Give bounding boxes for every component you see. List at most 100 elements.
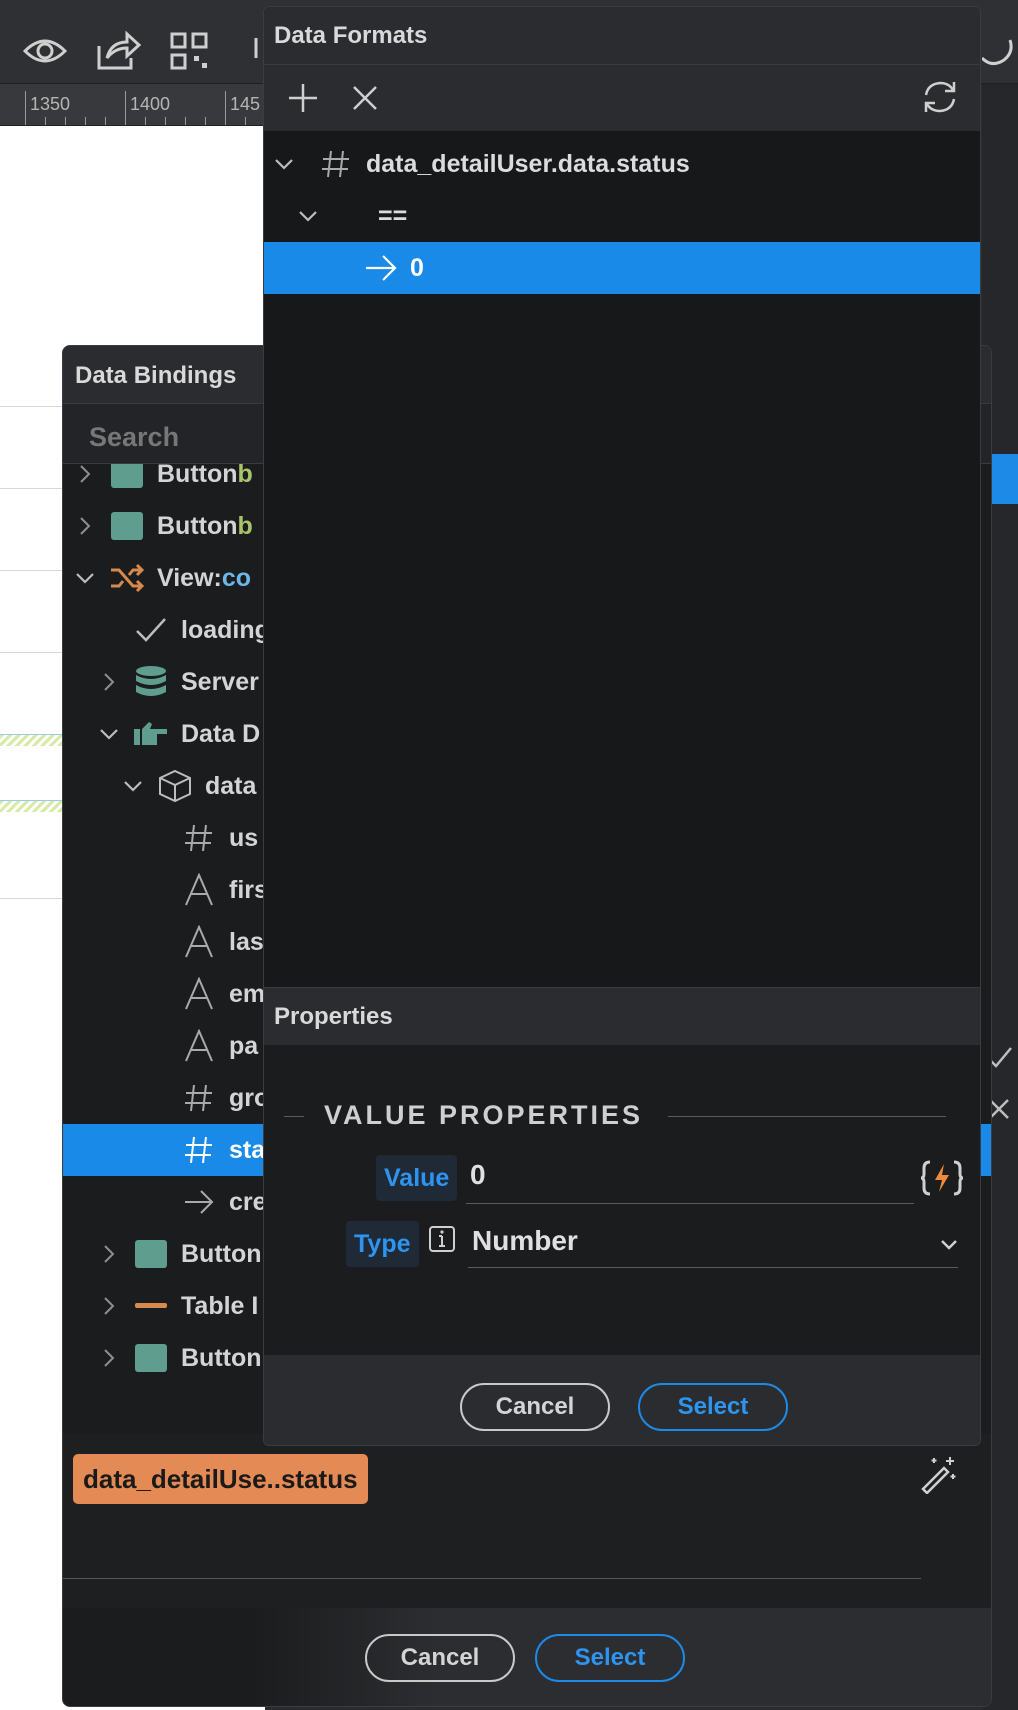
tree-item-label: pa [229,1031,259,1060]
chevron-down-icon[interactable] [71,564,99,592]
square-icon [109,508,145,544]
chevron-right-icon[interactable] [71,512,99,540]
format-tree-root[interactable]: data_detailUser.data.status [264,138,980,190]
cancel-button[interactable]: Cancel [460,1383,610,1431]
partial-icon [250,28,264,74]
tree-item-label: loading [181,615,270,644]
tree-item-field[interactable]: us [181,812,258,864]
tree-item-view[interactable]: View: co [71,552,251,604]
refresh-icon[interactable] [982,28,1018,74]
tree-item-server[interactable]: Server [95,656,259,708]
tree-item-label: cre [229,1187,267,1216]
hand-pointer-icon [133,716,169,752]
tree-item-label: Button [181,1239,262,1268]
section-title: VALUE PROPERTIES [324,1100,644,1130]
chevron-right-icon[interactable] [71,464,99,488]
horizontal-ruler: 1350 1400 145 [0,84,270,126]
tree-item-button[interactable]: Button b [71,500,253,552]
square-icon [133,1236,169,1272]
tree-item-label: sta [229,1135,266,1164]
hash-icon [181,820,217,856]
text-a-icon [181,1028,217,1064]
arrow-right-icon [366,255,397,281]
chevron-down-icon[interactable] [270,150,298,178]
dynamic-value-icon[interactable] [920,1159,964,1197]
tree-item-field[interactable]: las [181,916,264,968]
info-icon[interactable] [428,1225,456,1253]
select-button[interactable]: Select [535,1634,685,1682]
arrow-right-icon [181,1184,217,1220]
close-icon[interactable] [350,83,380,113]
format-tree-operator[interactable]: == [264,190,980,242]
tree-item-data[interactable]: data [119,760,256,812]
tree-item-button[interactable]: Button b [71,464,253,500]
value-input[interactable]: 0 [470,1159,486,1191]
hash-icon [322,150,349,178]
tree-item-label: Button [157,464,238,488]
format-tree-label: 0 [410,253,424,282]
text-a-icon [181,872,217,908]
format-tree-label: data_detailUser.data.status [366,149,690,178]
tree-item-label: Data D [181,719,261,748]
type-select[interactable]: Number [472,1225,578,1257]
chevron-down-icon[interactable] [294,202,322,230]
tree-item-data-detail[interactable]: Data D [95,708,260,760]
format-tree-value-selected[interactable]: 0 [264,242,980,294]
hash-icon [181,1080,217,1116]
tree-item-label: em [229,979,266,1008]
chevron-down-icon[interactable] [938,1233,960,1255]
cube-icon [157,768,193,804]
binding-chip[interactable]: data_detailUse..status [73,1454,368,1504]
chevron-right-icon[interactable] [95,1292,123,1320]
ruler-label: 145 [230,94,261,114]
select-button[interactable]: Select [638,1383,788,1431]
chevron-right-icon[interactable] [95,1240,123,1268]
magic-wand-icon[interactable] [918,1454,958,1494]
refresh-icon[interactable] [920,77,960,117]
tree-item-label: View: [157,563,222,592]
tree-item-label: las [229,927,264,956]
database-icon [133,664,169,700]
cancel-button[interactable]: Cancel [365,1634,515,1682]
check-icon [133,612,169,648]
tree-item-button[interactable]: Button [95,1228,262,1280]
tree-item-field[interactable]: cre [181,1176,267,1228]
dialog-title: Data Formats [264,7,980,65]
chevron-down-icon[interactable] [95,720,123,748]
chevron-right-icon[interactable] [95,668,123,696]
hash-icon [181,1132,217,1168]
tree-item-table[interactable]: Table I [95,1280,258,1332]
ruler-label: 1350 [30,94,71,114]
tree-item-field[interactable]: pa [181,1020,258,1072]
tree-item-label: us [229,823,259,852]
text-a-icon [181,976,217,1012]
tree-item-label: Table I [181,1291,259,1320]
tree-item-loading[interactable]: loading [133,604,270,656]
tree-item-field[interactable]: em [181,968,265,1020]
text-a-icon [181,924,217,960]
format-tree-label: == [378,201,408,230]
type-label: Type [346,1221,419,1267]
tree-item-label: Button [157,511,238,540]
dialog-footer: Cancel Select [264,1355,980,1445]
square-icon [109,464,145,492]
tree-item-field[interactable]: gro [181,1072,269,1124]
formats-toolbar [264,65,980,131]
ruler-label: 1400 [130,94,171,114]
chevron-right-icon[interactable] [95,1344,123,1372]
shuffle-icon [109,560,145,596]
tree-item-label: data [205,771,257,800]
tree-item-button[interactable]: Button [95,1332,262,1384]
share-icon[interactable] [93,28,143,74]
tree-item-label: Server [181,667,259,696]
qr-code-icon[interactable] [166,28,216,74]
eye-icon[interactable] [20,28,70,74]
tree-item-label: Button [181,1343,262,1372]
square-icon [133,1340,169,1376]
properties-title: Properties [264,987,980,1045]
tree-item-field[interactable]: firs [181,864,268,916]
value-label: Value [376,1155,458,1201]
dialog-footer: Cancel Select [63,1608,991,1706]
add-icon[interactable] [286,81,320,115]
chevron-down-icon[interactable] [119,772,147,800]
